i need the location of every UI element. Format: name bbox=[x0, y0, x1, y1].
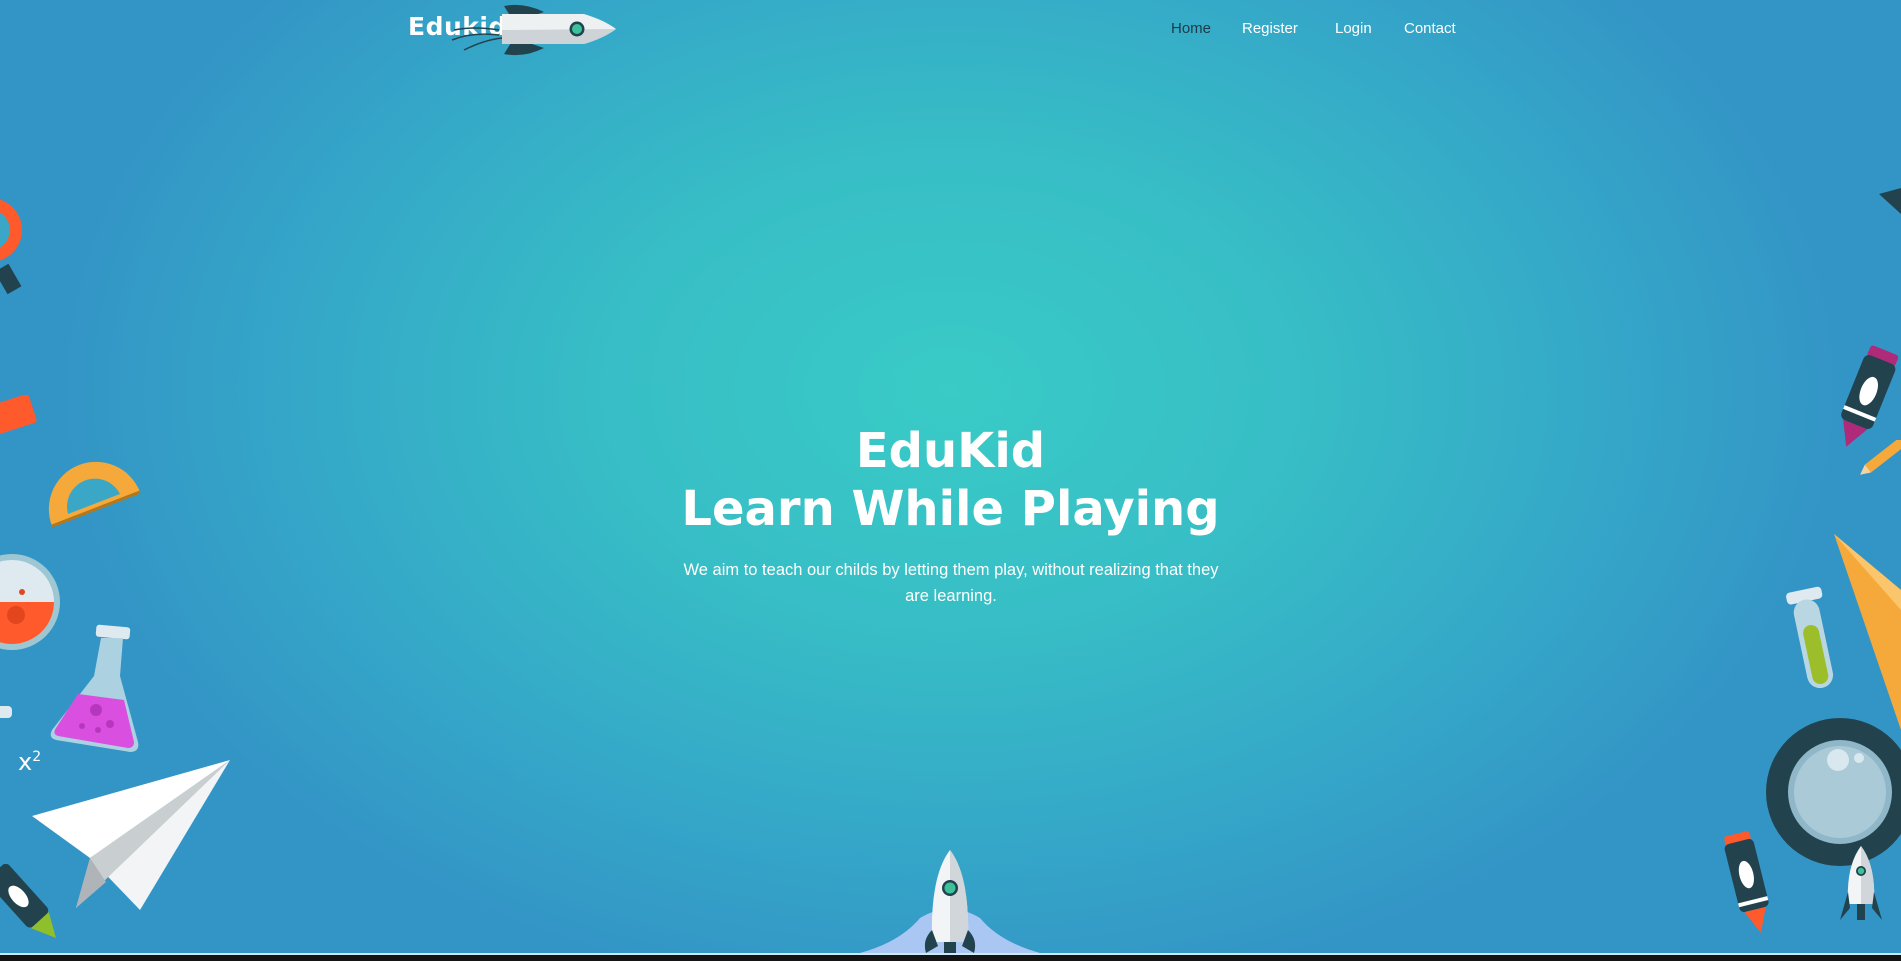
hero-background: Edukids Home Register Login Contact EduK… bbox=[0, 0, 1901, 953]
magnifier-partial-icon bbox=[0, 199, 22, 295]
nav-home[interactable]: Home bbox=[1171, 20, 1211, 37]
tube-partial-icon bbox=[0, 706, 12, 718]
page-bottom-edge bbox=[0, 953, 1901, 961]
nav-login[interactable]: Login bbox=[1335, 20, 1372, 37]
set-square-icon bbox=[1834, 534, 1901, 730]
hero-tagline: Learn While Playing bbox=[681, 481, 1220, 537]
pencil-icon bbox=[1860, 440, 1901, 475]
flask-icon bbox=[50, 624, 139, 752]
small-rocket-icon bbox=[1840, 846, 1882, 920]
protractor-icon bbox=[48, 461, 141, 528]
crayon-left-icon bbox=[0, 864, 56, 939]
hero-title: EduKid bbox=[855, 423, 1046, 479]
crayon-orange-icon bbox=[1724, 831, 1769, 933]
main-nav: Home Register Login Contact bbox=[0, 20, 1901, 40]
launch-rocket-icon bbox=[860, 850, 1040, 953]
test-tube-icon bbox=[1786, 586, 1834, 689]
nav-contact[interactable]: Contact bbox=[1404, 20, 1456, 37]
eraser-icon bbox=[0, 395, 37, 438]
triangle-partial-icon bbox=[1879, 188, 1901, 214]
nav-register[interactable]: Register bbox=[1242, 20, 1298, 37]
hero-subtitle: We aim to teach our childs by letting th… bbox=[683, 561, 1219, 605]
